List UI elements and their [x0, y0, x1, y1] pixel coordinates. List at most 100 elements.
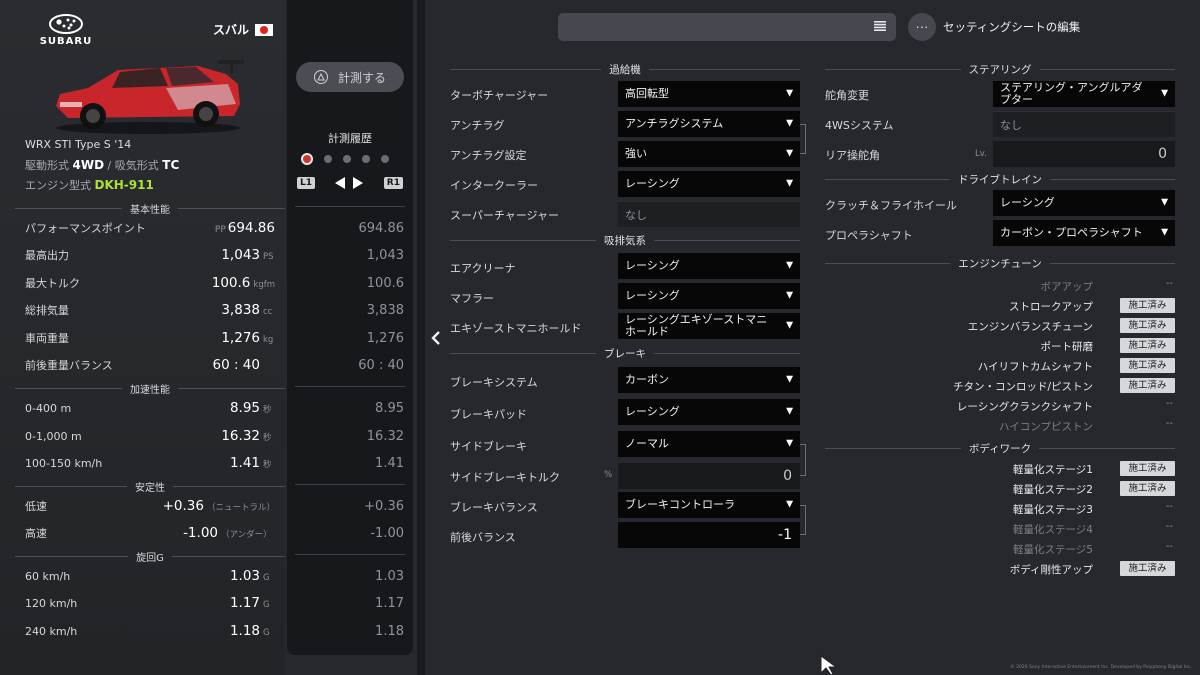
- body-row[interactable]: 軽量化ステージ4 --: [820, 520, 1175, 538]
- panel-divider: [417, 0, 425, 675]
- stat-label: 前後重量バランス: [25, 359, 113, 372]
- stat-low-speed: 低速 +0.36 （ニュートラル）: [25, 498, 275, 518]
- body-row[interactable]: 軽量化ステージ3 --: [820, 500, 1175, 518]
- tune-row[interactable]: ストロークアップ 施工済み: [820, 297, 1175, 315]
- compare-value: 1.03: [375, 569, 404, 584]
- section-basic: 基本性能: [15, 201, 285, 216]
- stat-unit: 秒: [263, 405, 272, 415]
- body-row[interactable]: 軽量化ステージ2 施工済み: [820, 480, 1175, 498]
- turbo-select[interactable]: 高回転型: [618, 81, 800, 107]
- arrow-right-icon[interactable]: [353, 177, 364, 189]
- body-row[interactable]: 軽量化ステージ5 --: [820, 540, 1175, 558]
- tune-row[interactable]: ポート研磨 施工済み: [820, 337, 1175, 355]
- compare-value: 1.41: [375, 456, 404, 471]
- setting-sheet-selector[interactable]: [558, 13, 896, 41]
- tune-label: エンジンバランスチューン: [967, 321, 1093, 333]
- stat-unit: cc: [263, 307, 273, 317]
- stat-unit: PS: [263, 252, 274, 262]
- divider: [295, 554, 405, 555]
- stat-unit: 秒: [263, 460, 272, 470]
- muffler-select[interactable]: レーシング: [618, 283, 800, 309]
- status-badge: 施工済み: [1120, 298, 1175, 313]
- tune-row[interactable]: ボアアップ --: [820, 277, 1175, 295]
- history-dot-1[interactable]: [301, 153, 313, 165]
- handbrake-torque-label: サイドブレーキトルク: [450, 471, 560, 484]
- body-row[interactable]: 軽量化ステージ1 施工済み: [820, 460, 1175, 478]
- stat-label: 最大トルク: [25, 277, 80, 290]
- antilag-select[interactable]: アンチラグシステム: [618, 111, 800, 137]
- tune-row[interactable]: チタン・コンロッド/ピストン 施工済み: [820, 377, 1175, 395]
- divider: [295, 386, 405, 387]
- stat-label: 100-150 km/h: [25, 457, 103, 470]
- tune-label: レーシングクランクシャフト: [956, 401, 1093, 413]
- status-badge: 施工済み: [1120, 378, 1175, 393]
- compare-column: 計測する 計測履歴 L1 R1 694.86 1,043 100.6 3,838…: [287, 0, 413, 655]
- l1-button[interactable]: L1: [297, 177, 315, 189]
- more-options-button[interactable]: ···: [908, 13, 936, 41]
- history-dot-2[interactable]: [324, 155, 332, 163]
- tune-status: --: [1165, 418, 1173, 429]
- body-row[interactable]: ボディ剛性アップ 施工済み: [820, 560, 1175, 578]
- handbrake-label: サイドブレーキ: [450, 440, 527, 453]
- group-bodywork: ボディワーク: [825, 441, 1175, 456]
- car-info-panel: SUBARU スバル WRX STI Type S '14 駆動形式 4WD /…: [0, 0, 285, 675]
- compare-value: 8.95: [375, 401, 404, 416]
- body-status: --: [1165, 521, 1173, 532]
- arrow-left-icon[interactable]: [335, 177, 346, 189]
- section-accel: 加速性能: [15, 381, 285, 396]
- tune-status: --: [1165, 278, 1173, 289]
- status-badge: 施工済み: [1120, 358, 1175, 373]
- body-label: 軽量化ステージ3: [1013, 504, 1093, 516]
- prop-shaft-select[interactable]: カーボン・プロペラシャフト: [993, 220, 1175, 246]
- stat-value: 1.17: [229, 595, 260, 611]
- brake-balance-select[interactable]: ブレーキコントローラ: [618, 492, 800, 518]
- tune-row[interactable]: ハイコンプピストン --: [820, 417, 1175, 435]
- stat-displacement: 総排気量 3,838 cc: [25, 302, 275, 322]
- tune-row[interactable]: エンジンバランスチューン 施工済み: [820, 317, 1175, 335]
- link-bracket: [800, 505, 806, 535]
- rear-steer-input[interactable]: 0: [993, 141, 1175, 167]
- supercharger-label: スーパーチャージャー: [450, 209, 560, 222]
- brake-pad-select[interactable]: レーシング: [618, 399, 800, 425]
- body-label: ボディ剛性アップ: [1009, 564, 1093, 576]
- handbrake-torque-input[interactable]: 0: [618, 463, 800, 489]
- engine-label: エンジン型式: [25, 179, 91, 192]
- history-dot-5[interactable]: [381, 155, 389, 163]
- drivetrain-label: 駆動形式: [25, 159, 69, 172]
- brake-system-select[interactable]: カーボン: [618, 367, 800, 393]
- r1-button[interactable]: R1: [383, 177, 403, 189]
- list-icon[interactable]: [874, 21, 886, 31]
- tune-row[interactable]: レーシングクランクシャフト --: [820, 397, 1175, 415]
- stat-label: 120 km/h: [25, 597, 78, 610]
- tune-label: ハイリフトカムシャフト: [977, 361, 1093, 373]
- handbrake-select[interactable]: ノーマル: [618, 431, 800, 457]
- stat-g-240: 240 km/h 1.18 G: [25, 623, 275, 643]
- stat-unit: G: [263, 628, 270, 638]
- antilag-setting-select[interactable]: 強い: [618, 141, 800, 167]
- edit-sheet-label[interactable]: セッティングシートの編集: [943, 19, 1080, 35]
- intercooler-select[interactable]: レーシング: [618, 171, 800, 197]
- engine-code: DKH-911: [94, 178, 154, 192]
- history-dot-4[interactable]: [362, 155, 370, 163]
- stat-value: 60 : 40: [212, 357, 261, 373]
- divider: [295, 484, 405, 485]
- divider: [295, 206, 405, 207]
- tune-row[interactable]: ハイリフトカムシャフト 施工済み: [820, 357, 1175, 375]
- collapse-chevron-left-icon[interactable]: [429, 330, 443, 346]
- air-cleaner-select[interactable]: レーシング: [618, 253, 800, 279]
- japan-flag-icon: [255, 23, 273, 36]
- stat-unit: （アンダー）: [221, 530, 272, 540]
- status-badge: 施工済み: [1120, 338, 1175, 353]
- compare-value: 100.6: [366, 276, 404, 291]
- antilag-label: アンチラグ: [450, 119, 505, 132]
- steering-angle-select[interactable]: ステアリング・アングルアダプター: [993, 81, 1175, 107]
- stat-value: 1.41: [229, 455, 260, 471]
- fr-balance-input[interactable]: -1: [618, 522, 800, 548]
- brake-balance-label: ブレーキバランス: [450, 501, 538, 514]
- stat-pp: パフォーマンスポイント PP 694.86: [25, 220, 275, 240]
- exhaust-manifold-select[interactable]: レーシングエキゾーストマニホールド: [618, 313, 800, 339]
- measure-button[interactable]: 計測する: [296, 62, 404, 92]
- clutch-select[interactable]: レーシング: [993, 190, 1175, 216]
- history-dot-3[interactable]: [343, 155, 351, 163]
- compare-value: 1.18: [375, 624, 404, 639]
